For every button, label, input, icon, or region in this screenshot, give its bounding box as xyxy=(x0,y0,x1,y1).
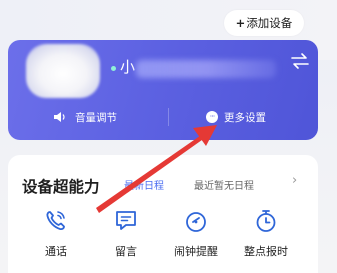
card-divider xyxy=(168,108,169,126)
alarm-icon xyxy=(186,212,206,232)
cap-label: 整点报时 xyxy=(244,245,288,258)
cap-item-call[interactable]: 通话 xyxy=(26,207,86,259)
cap-label: 留言 xyxy=(115,245,137,258)
schedule-status[interactable]: 最近暂无日程 xyxy=(194,177,254,192)
add-device-label: 添加设备 xyxy=(246,16,293,30)
more-settings-label: 更多设置 xyxy=(224,111,266,124)
add-device-button[interactable]: +添加设备 xyxy=(224,10,304,36)
volume-adjust-button[interactable]: 音量调节 xyxy=(53,108,117,126)
device-card[interactable]: 小 音量调节 ··· 更多设置 xyxy=(8,40,318,140)
phone-icon xyxy=(46,211,65,231)
more-dots-icon: ··· xyxy=(206,111,218,123)
device-name-redacted xyxy=(136,60,276,78)
cap-item-message[interactable]: 留言 xyxy=(96,207,156,259)
volume-adjust-label: 音量调节 xyxy=(75,111,117,124)
capabilities-panel: 设备超能力 最新日程 最近暂无日程 › 通话 留言 闹钟提醒 整点报时 xyxy=(8,155,318,273)
cap-label: 闹钟提醒 xyxy=(174,245,218,258)
online-status-dot xyxy=(111,66,116,71)
latest-schedule-tab[interactable]: 最新日程 xyxy=(124,177,164,192)
plus-icon: + xyxy=(235,16,246,30)
device-image xyxy=(26,44,100,98)
message-icon xyxy=(116,211,136,230)
chevron-right-icon[interactable]: › xyxy=(292,173,297,188)
speaker-icon xyxy=(54,112,65,122)
swap-arrows-icon[interactable] xyxy=(289,52,311,70)
more-settings-button[interactable]: ··· 更多设置 xyxy=(206,108,266,126)
hourly-chime-icon xyxy=(256,210,276,232)
capabilities-title: 设备超能力 xyxy=(22,178,100,196)
cap-item-alarm[interactable]: 闹钟提醒 xyxy=(166,207,226,259)
device-name: 小 xyxy=(120,58,136,76)
cap-item-hourly-chime[interactable]: 整点报时 xyxy=(236,207,296,259)
cap-label: 通话 xyxy=(45,245,67,258)
